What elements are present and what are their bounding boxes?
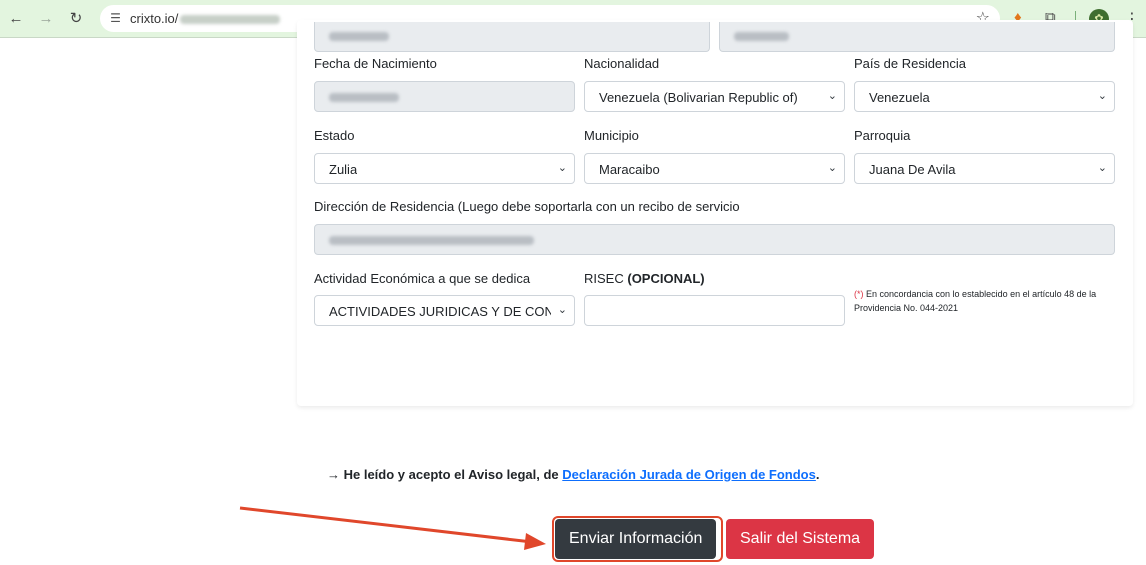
arrow-shaft — [239, 506, 533, 544]
arrow-head — [524, 533, 546, 550]
send-information-button[interactable]: Enviar Información — [555, 519, 717, 559]
annotation-arrow — [239, 506, 546, 550]
exit-system-button[interactable]: Salir del Sistema — [726, 519, 875, 559]
